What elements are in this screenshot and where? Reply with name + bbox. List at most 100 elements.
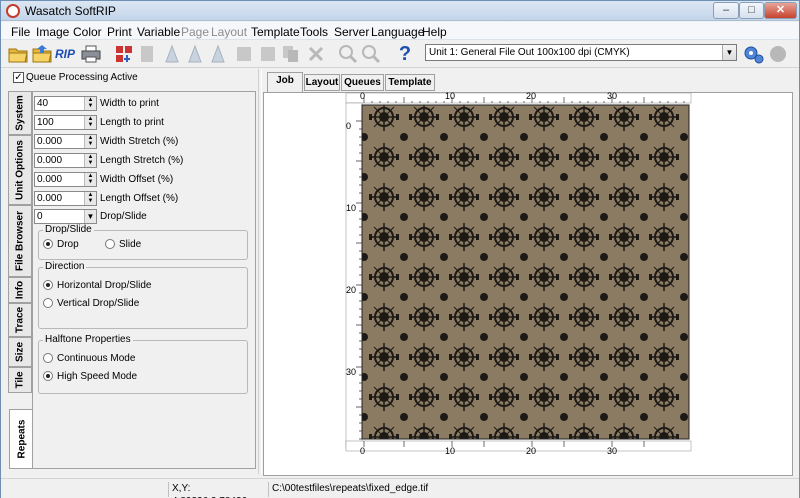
vtab-repeats[interactable]: Repeats	[9, 409, 33, 469]
status-coordinates: X,Y: 4.89336,2.78436	[168, 482, 266, 498]
ruler-left	[345, 102, 363, 449]
radio-slide[interactable]: Slide	[105, 239, 141, 250]
width-offset-label: Width Offset (%)	[100, 174, 174, 185]
length-offset-input[interactable]: 0.000 ▲ ▼	[34, 191, 97, 206]
open-folder-icon[interactable]	[7, 43, 29, 65]
menu-template[interactable]: Template	[251, 25, 300, 39]
delete-disabled-icon	[305, 43, 327, 65]
width-to-print-input[interactable]: 40 ▲ ▼	[34, 96, 97, 111]
tab-queues[interactable]: Queues	[341, 74, 384, 91]
settings-gears-icon[interactable]	[743, 43, 765, 65]
unit-select[interactable]: Unit 1: General File Out 100x100 dpi (CM…	[425, 44, 737, 61]
help-icon[interactable]: ?	[394, 43, 416, 65]
zoom-out-icon	[360, 43, 382, 65]
ruler-top	[345, 92, 692, 104]
spinner-arrows-icon[interactable]: ▲ ▼	[84, 173, 96, 186]
vtab-info[interactable]: Info	[8, 277, 32, 303]
ruler-left-label-20: 20	[346, 285, 357, 295]
tab-job[interactable]: Job	[267, 72, 303, 92]
fill-disabled-icon	[257, 43, 279, 65]
vtab-tile[interactable]: Tile	[8, 367, 32, 393]
width-offset-input[interactable]: 0.000 ▲ ▼	[34, 172, 97, 187]
radio-high-speed[interactable]: High Speed Mode	[43, 371, 137, 382]
radio-drop[interactable]: Drop	[43, 239, 79, 250]
preview-viewport[interactable]: 0 10 20 30 0 10 20 30 0 10 20 30	[263, 91, 793, 476]
radio-horizontal[interactable]: Horizontal Drop/Slide	[43, 280, 152, 291]
drop-slide-select-label: Drop/Slide	[100, 211, 147, 222]
menu-help[interactable]: Help	[422, 25, 447, 39]
ruler-top-label-10: 10	[445, 91, 456, 101]
spinner-arrows-icon[interactable]: ▲ ▼	[84, 97, 96, 110]
ruler-bottom-label-20: 20	[526, 446, 537, 456]
title-bar: Wasatch SoftRIP – □ ✕	[1, 1, 799, 21]
spinner-arrows-icon[interactable]: ▲ ▼	[84, 154, 96, 167]
minimize-button[interactable]: –	[713, 2, 739, 19]
vtab-size[interactable]: Size	[8, 337, 32, 367]
ruler-bottom	[345, 440, 692, 452]
close-button[interactable]: ✕	[764, 2, 797, 19]
width-to-print-label: Width to print	[100, 98, 159, 109]
menu-page[interactable]: Page	[181, 25, 209, 39]
vertical-tab-strip: System Unit Options File Browser Info Tr…	[8, 91, 33, 469]
status-file-path: C:\00testfiles\repeats\fixed_edge.tif	[268, 482, 796, 497]
menu-layout[interactable]: Layout	[211, 25, 247, 39]
halftone-group-title: Halftone Properties	[43, 334, 133, 345]
mirror-right-icon	[184, 43, 206, 65]
menu-image[interactable]: Image	[36, 25, 69, 39]
repeat-pattern-image	[361, 104, 690, 440]
zoom-in-icon	[337, 43, 359, 65]
vtab-system[interactable]: System	[8, 91, 32, 135]
window-title: Wasatch SoftRIP	[25, 4, 116, 18]
tab-template[interactable]: Template	[385, 74, 435, 91]
drop-slide-select[interactable]: 0 ▼	[34, 209, 97, 224]
radio-vertical[interactable]: Vertical Drop/Slide	[43, 298, 139, 309]
spinner-arrows-icon[interactable]: ▲ ▼	[84, 192, 96, 205]
rip-button[interactable]: RIP	[55, 43, 77, 65]
checkbox-box[interactable]: ✓	[13, 72, 24, 83]
length-to-print-input[interactable]: 100 ▲ ▼	[34, 115, 97, 130]
preview-canvas	[345, 92, 692, 452]
menu-server[interactable]: Server	[334, 25, 369, 39]
dropslide-group: Drop/Slide Drop Slide	[38, 224, 248, 260]
direction-group-title: Direction	[43, 261, 87, 272]
menu-print[interactable]: Print	[107, 25, 132, 39]
wasatch-logo-icon	[6, 4, 20, 18]
length-offset-label: Length Offset (%)	[100, 193, 179, 204]
radio-continuous[interactable]: Continuous Mode	[43, 353, 135, 364]
vtab-file-browser[interactable]: File Browser	[8, 205, 32, 277]
ruler-top-label-0: 0	[360, 91, 366, 101]
menu-tools[interactable]: Tools	[300, 25, 328, 39]
ruler-left-label-30: 30	[346, 367, 357, 377]
vtab-unit-options[interactable]: Unit Options	[8, 135, 32, 205]
vtab-trace[interactable]: Trace	[8, 303, 32, 337]
maximize-button[interactable]: □	[739, 2, 764, 19]
menu-variable[interactable]: Variable	[137, 25, 180, 39]
width-stretch-input[interactable]: 0.000 ▲ ▼	[34, 134, 97, 149]
ruler-left-label-0: 0	[346, 121, 352, 131]
queue-processing-checkbox[interactable]: ✓ Queue Processing Active	[13, 72, 138, 83]
mirror-down-icon	[207, 43, 229, 65]
chevron-down-icon[interactable]: ▼	[84, 210, 96, 223]
mirror-left-icon	[161, 43, 183, 65]
status-bar: X,Y: 4.89336,2.78436 C:\00testfiles\repe…	[1, 478, 799, 498]
app-window: Wasatch SoftRIP – □ ✕ File Image Color P…	[0, 0, 800, 498]
spinner-arrows-icon[interactable]: ▲ ▼	[84, 135, 96, 148]
preview-pane: Job Layout Queues Template 0 10 20 30 0 …	[263, 69, 796, 476]
ruler-bottom-label-30: 30	[607, 446, 618, 456]
queue-processing-label: Queue Processing Active	[26, 72, 138, 84]
tab-layout[interactable]: Layout	[304, 74, 340, 91]
printer-icon[interactable]	[80, 43, 102, 65]
halftone-group: Halftone Properties Continuous Mode High…	[38, 334, 248, 394]
pane-splitter[interactable]	[258, 69, 262, 474]
open-folder-alt-icon[interactable]	[31, 43, 53, 65]
spinner-arrows-icon[interactable]: ▲ ▼	[84, 116, 96, 129]
length-stretch-input[interactable]: 0.000 ▲ ▼	[34, 153, 97, 168]
menu-bar: File Image Color Print Variable Page Lay…	[1, 22, 799, 40]
menu-color[interactable]: Color	[73, 25, 102, 39]
unit-select-value: Unit 1: General File Out 100x100 dpi (CM…	[429, 47, 630, 58]
length-to-print-label: Length to print	[100, 117, 164, 128]
menu-file[interactable]: File	[11, 25, 30, 39]
chevron-down-icon[interactable]: ▼	[722, 45, 736, 60]
grid-arrange-icon[interactable]	[113, 43, 135, 65]
menu-language[interactable]: Language	[371, 25, 424, 39]
